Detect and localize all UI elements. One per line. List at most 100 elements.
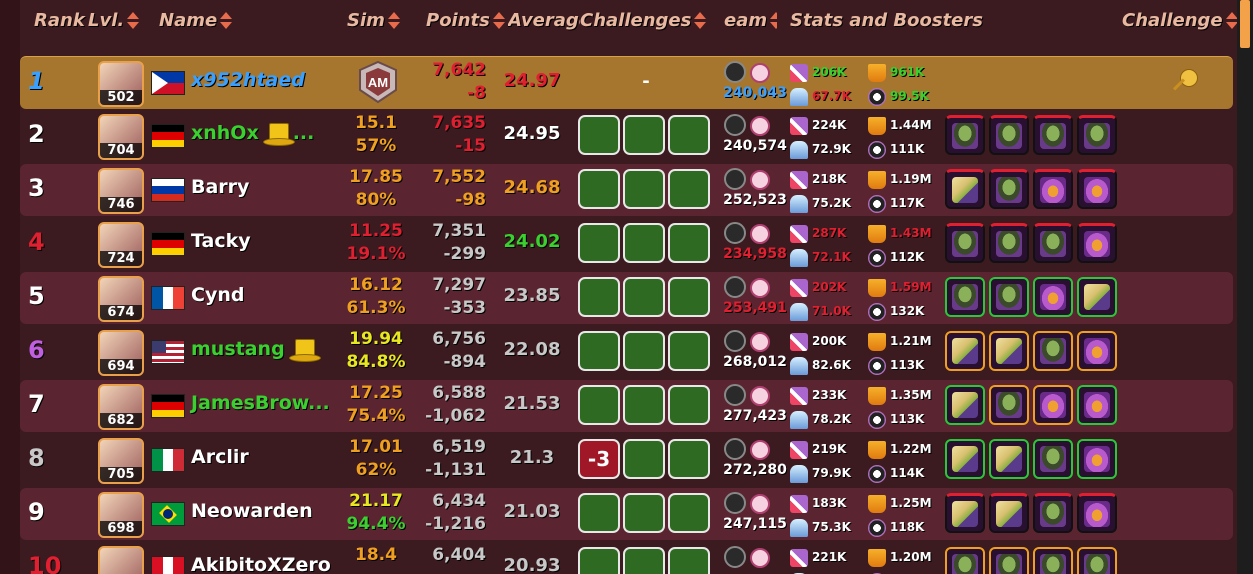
booster-bowl-icon[interactable] bbox=[989, 547, 1029, 574]
booster-herb-icon[interactable] bbox=[945, 493, 985, 533]
booster-vial-icon[interactable] bbox=[1033, 169, 1073, 209]
sort-arrows-icon[interactable] bbox=[126, 10, 140, 32]
booster-bowl-icon[interactable] bbox=[989, 277, 1029, 317]
table-row[interactable]: 6 694 mustang 19.94 84.8% 6,756 -894 22.08 268,0… bbox=[20, 326, 1233, 378]
challenge-slot[interactable] bbox=[578, 277, 620, 317]
table-row[interactable]: 7 682 JamesBrow... 17.25 75.4% 6,588 -1,062 21.… bbox=[20, 380, 1233, 432]
table-row[interactable]: 4 724 Tacky 11.25 19.1% 7,351 -299 24.02 234,958… bbox=[20, 218, 1233, 270]
challenge-slot[interactable] bbox=[623, 547, 665, 574]
challenge-slot[interactable] bbox=[623, 331, 665, 371]
booster-bowl-icon[interactable] bbox=[945, 547, 985, 574]
booster-bowl-icon[interactable] bbox=[1077, 115, 1117, 155]
booster-bowl-icon[interactable] bbox=[945, 277, 985, 317]
avatar[interactable]: 724 bbox=[98, 222, 144, 268]
sort-arrows-icon[interactable] bbox=[693, 10, 707, 32]
booster-bowl-icon[interactable] bbox=[945, 223, 985, 263]
sort-arrows-icon[interactable] bbox=[219, 10, 233, 32]
booster-vial-icon[interactable] bbox=[1077, 331, 1117, 371]
challenge-slot[interactable] bbox=[668, 385, 710, 425]
booster-herb-icon[interactable] bbox=[989, 493, 1029, 533]
challenge-slot[interactable] bbox=[668, 169, 710, 209]
sort-arrows-icon[interactable] bbox=[492, 10, 506, 32]
booster-herb-icon[interactable] bbox=[1077, 277, 1117, 317]
header-lvl[interactable]: Lvl. bbox=[88, 8, 140, 34]
header-points[interactable]: Points bbox=[426, 8, 506, 34]
challenge-slot[interactable] bbox=[578, 493, 620, 533]
challenge-slot[interactable]: -3 bbox=[578, 439, 620, 479]
challenge-slot[interactable] bbox=[668, 547, 710, 574]
booster-bowl-icon[interactable] bbox=[1033, 115, 1073, 155]
challenge-slot[interactable] bbox=[623, 223, 665, 263]
scrollbar[interactable] bbox=[1237, 0, 1253, 574]
booster-bowl-icon[interactable] bbox=[989, 115, 1029, 155]
avatar[interactable] bbox=[98, 546, 144, 574]
table-row[interactable]: 10 AkibitoXZero 18.4 6,404 20.93 221K 1.20M bbox=[20, 542, 1233, 574]
booster-bowl-icon[interactable] bbox=[945, 115, 985, 155]
challenge-slot[interactable] bbox=[578, 169, 620, 209]
player-name[interactable]: AkibitoXZero bbox=[191, 554, 331, 574]
scrollbar-thumb[interactable] bbox=[1240, 0, 1250, 48]
booster-herb-icon[interactable] bbox=[945, 385, 985, 425]
booster-vial-icon[interactable] bbox=[1077, 493, 1117, 533]
booster-bowl-icon[interactable] bbox=[1033, 331, 1073, 371]
player-name[interactable]: x952htaed bbox=[191, 69, 305, 91]
player-name[interactable]: Neowarden bbox=[191, 500, 313, 522]
booster-bowl-icon[interactable] bbox=[989, 169, 1029, 209]
challenge-slot[interactable] bbox=[668, 223, 710, 263]
avatar[interactable]: 746 bbox=[98, 168, 144, 214]
challenge-slot[interactable] bbox=[623, 493, 665, 533]
header-average[interactable]: Average bbox=[508, 8, 580, 34]
challenge-slot[interactable] bbox=[578, 547, 620, 574]
avatar[interactable]: 704 bbox=[98, 114, 144, 160]
avatar[interactable]: 694 bbox=[98, 330, 144, 376]
table-row[interactable]: 1 502 x952htaed AM 7,642 -8 24.97 - 240,043 206K… bbox=[20, 56, 1233, 109]
header-rank[interactable]: Rank bbox=[34, 8, 85, 34]
avatar[interactable]: 502 bbox=[98, 61, 144, 107]
booster-bowl-icon[interactable] bbox=[989, 223, 1029, 263]
booster-bowl-icon[interactable] bbox=[1077, 547, 1117, 574]
header-sim[interactable]: Sim bbox=[347, 8, 401, 34]
challenge-slot[interactable] bbox=[668, 115, 710, 155]
header-challenge[interactable]: Challenge bbox=[1122, 8, 1239, 34]
player-name[interactable]: Arclir bbox=[191, 446, 249, 468]
header-team[interactable]: eam bbox=[724, 8, 778, 34]
challenge-slot[interactable] bbox=[623, 115, 665, 155]
table-row[interactable]: 8 705 Arclir 17.01 62% 6,519 -1,131 21.3 -3 272,2… bbox=[20, 434, 1233, 486]
player-name[interactable]: JamesBrow... bbox=[191, 392, 330, 414]
booster-herb-icon[interactable] bbox=[989, 331, 1029, 371]
avatar[interactable]: 705 bbox=[98, 438, 144, 484]
booster-vial-icon[interactable] bbox=[1077, 439, 1117, 479]
challenge-slot[interactable] bbox=[623, 277, 665, 317]
challenge-slot[interactable] bbox=[668, 493, 710, 533]
challenge-slot[interactable] bbox=[578, 115, 620, 155]
table-row[interactable]: 5 674 Cynd 16.12 61.3% 7,297 -353 23.85 253,491 … bbox=[20, 272, 1233, 324]
sort-arrows-icon[interactable] bbox=[387, 10, 401, 32]
challenge-slot[interactable] bbox=[668, 439, 710, 479]
avatar[interactable]: 698 bbox=[98, 492, 144, 538]
challenge-slot[interactable] bbox=[578, 331, 620, 371]
challenge-slot[interactable] bbox=[668, 331, 710, 371]
table-row[interactable]: 9 698 Neowarden 21.17 94.4% 6,434 -1,216 21.03 2… bbox=[20, 488, 1233, 540]
booster-bowl-icon[interactable] bbox=[1033, 223, 1073, 263]
sort-arrows-icon[interactable] bbox=[769, 10, 778, 32]
header-challenges[interactable]: Challenges bbox=[580, 8, 707, 34]
player-name[interactable]: xnhOx... bbox=[191, 122, 314, 146]
avatar[interactable]: 682 bbox=[98, 384, 144, 430]
table-row[interactable]: 3 746 Barry 17.85 80% 7,552 -98 24.68 252,523 21… bbox=[20, 164, 1233, 216]
player-name[interactable]: Cynd bbox=[191, 284, 244, 306]
booster-bowl-icon[interactable] bbox=[989, 385, 1029, 425]
booster-vial-icon[interactable] bbox=[1033, 385, 1073, 425]
challenge-slot[interactable] bbox=[623, 169, 665, 209]
challenge-slot[interactable] bbox=[623, 439, 665, 479]
booster-vial-icon[interactable] bbox=[1033, 277, 1073, 317]
booster-vial-icon[interactable] bbox=[1077, 385, 1117, 425]
booster-bowl-icon[interactable] bbox=[1033, 439, 1073, 479]
challenge-slot[interactable] bbox=[668, 277, 710, 317]
booster-vial-icon[interactable] bbox=[1077, 223, 1117, 263]
table-row[interactable]: 2 704 xnhOx... 15.1 57% 7,635 -15 24.95 240,574 … bbox=[20, 110, 1233, 162]
header-name[interactable]: Name bbox=[159, 8, 233, 34]
booster-herb-icon[interactable] bbox=[945, 169, 985, 209]
player-name[interactable]: Barry bbox=[191, 176, 249, 198]
player-name[interactable]: mustang bbox=[191, 338, 321, 362]
booster-bowl-icon[interactable] bbox=[1033, 493, 1073, 533]
